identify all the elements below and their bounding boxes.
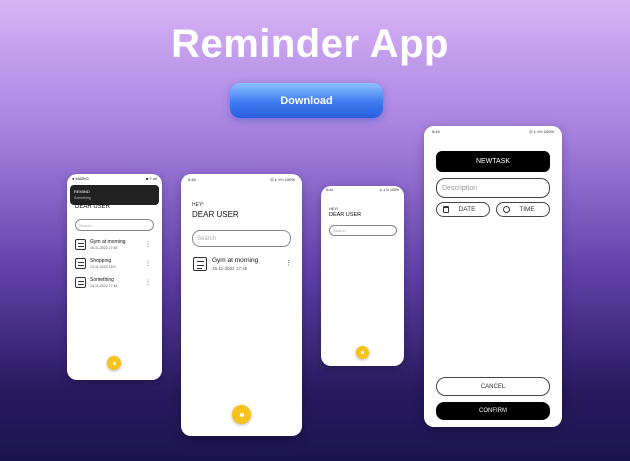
checklist-icon (75, 277, 86, 288)
hey-label: HEY! (329, 206, 339, 211)
add-task-button[interactable] (356, 346, 369, 359)
list-item[interactable]: Shopping 13-11-2022 18:9 ⋮ (75, 257, 155, 273)
time-label: TIME (519, 206, 535, 213)
phone-screen-home-empty: 5:44 ◎ ‡ !!ı 100% HEY! DEAR USER Search (321, 186, 404, 366)
task-date: 13-11-2022 18:9 (90, 265, 116, 269)
download-button[interactable]: Download (230, 83, 383, 118)
task-date: 16-11-2022 17:45 (212, 266, 248, 271)
status-bar-left: 5:44 (188, 177, 196, 182)
search-input[interactable]: Search (329, 225, 397, 236)
task-date: 16-11-2022 17:45 (90, 246, 118, 250)
checklist-icon (193, 257, 207, 271)
add-task-button[interactable] (232, 405, 251, 424)
date-label: DATE (458, 206, 476, 213)
page-title: Reminder App (171, 22, 449, 66)
greeting: DEAR USER (192, 210, 239, 219)
task-name: Shopping (90, 258, 112, 264)
search-input[interactable]: Search (192, 230, 291, 247)
phone-screen-new-task: 5:44 ◎ ‡ «!!ı 100% NEWTASK Description D… (424, 126, 562, 427)
confirm-button[interactable]: CONFIRM (436, 402, 550, 420)
task-name: Gym at morning (212, 257, 259, 264)
new-task-header: NEWTASK (436, 151, 550, 172)
list-item[interactable]: Gym at morning 16-11-2022 17:45 ⋮ (75, 238, 155, 254)
notification-body: Something (74, 196, 91, 200)
calendar-icon (443, 206, 449, 213)
date-button[interactable]: DATE (436, 202, 490, 217)
list-item[interactable]: Something 13-11-2022 17:45 ⋮ (75, 276, 155, 292)
greeting: DEAR USER (329, 212, 362, 218)
status-bar-right: ◎ ‡ !!ı 100% (379, 188, 399, 192)
search-input[interactable]: Search (75, 219, 154, 231)
plus-icon (239, 412, 244, 417)
checklist-icon (75, 258, 86, 269)
task-name: Something (90, 277, 114, 283)
list-item[interactable]: Gym at morning 16-11-2022 17:45 ⋮ (193, 256, 293, 274)
phone-screen-home: 5:44 ◎ ‡ «!!ı 100% HEY! DEAR USER Search… (181, 174, 302, 436)
task-date: 13-11-2022 17:45 (90, 284, 118, 288)
notification-banner[interactable]: REMIND Something (70, 185, 159, 205)
hey-label: HEY! (192, 202, 204, 208)
status-bar-left: ● MARIO (72, 176, 89, 181)
status-bar-right: ◎ ‡ «!!ı 100% (270, 177, 295, 182)
greeting: DEAR USER (75, 204, 111, 210)
more-options-icon[interactable]: ⋮ (285, 259, 292, 267)
add-task-button[interactable] (107, 356, 121, 370)
status-bar-left: 5:44 (432, 129, 440, 134)
status-bar-left: 5:44 (326, 188, 333, 192)
notification-title: REMIND (74, 189, 90, 194)
task-name: Gym at morning (90, 239, 126, 245)
status-bar-right: ◎ ‡ «!!ı 100% (529, 129, 554, 134)
more-options-icon[interactable]: ⋮ (145, 241, 151, 248)
description-input[interactable]: Description (436, 178, 550, 198)
cancel-button[interactable]: CANCEL (436, 377, 550, 396)
more-options-icon[interactable]: ⋮ (145, 260, 151, 267)
more-options-icon[interactable]: ⋮ (145, 279, 151, 286)
time-button[interactable]: TIME (496, 202, 550, 217)
clock-icon (503, 206, 510, 213)
plus-icon (112, 361, 116, 365)
status-bar-right: ■ ≡ ull (146, 176, 157, 181)
phone-screen-home-notification: ● MARIO ■ ≡ ull REMIND Something DEAR US… (67, 174, 162, 380)
checklist-icon (75, 239, 86, 250)
plus-icon (361, 351, 364, 354)
